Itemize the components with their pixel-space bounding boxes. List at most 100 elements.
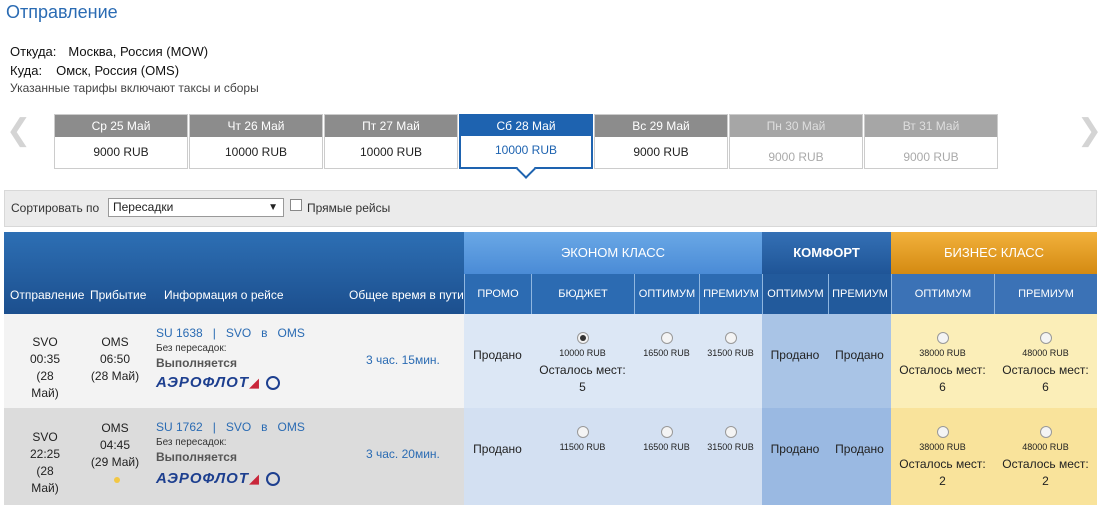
table-row: SVO 00:35 (28 Май) OMS 06:50 (28 Май) SU…	[4, 314, 1097, 408]
separator: |	[212, 420, 216, 434]
col-departure: Отправление	[10, 288, 85, 302]
eco-budget-fare[interactable]: 10000 RUB Осталось мест: 5	[531, 314, 634, 408]
flight-number: SU 1638	[156, 326, 203, 340]
date-price: 9000 RUB	[768, 150, 824, 164]
economy-class-header: ЭКОНОМ КЛАСС	[464, 232, 762, 274]
operated-status: Выполняется	[156, 450, 237, 464]
flight-from: SVO	[225, 420, 252, 434]
date-tab-26[interactable]: Чт 26 Май 10000 RUB	[189, 114, 323, 169]
departure-time: 22:25	[29, 447, 61, 461]
business-class-header: БИЗНЕС КЛАСС	[891, 232, 1097, 274]
fare-price: 48000 RUB	[1022, 348, 1069, 358]
flight-number-link[interactable]: SU 1638 | SVO в OMS	[156, 326, 305, 340]
fare-radio[interactable]	[724, 332, 737, 344]
arrival-code: OMS	[101, 335, 129, 349]
fare-radio[interactable]	[576, 426, 589, 438]
seats-left-label: Осталось мест:	[1002, 457, 1089, 471]
arrival-date: (29 Май)	[90, 455, 140, 469]
seats-left: Осталось мест: 6	[891, 362, 994, 396]
date-label: Чт 26 Май	[190, 115, 322, 137]
biz-optimum-fare[interactable]: 38000 RUB Осталось мест: 2	[891, 408, 994, 505]
departure-block: SVO 00:35 (28 Май)	[22, 334, 68, 402]
seats-left-count: 2	[939, 474, 946, 488]
comfort-class-header: КОМФОРТ	[762, 232, 891, 274]
date-price: 10000 RUB	[494, 143, 558, 157]
destination-label: Куда:	[10, 63, 43, 78]
col-comfort-optimum: ОПТИМУМ	[762, 274, 828, 314]
sort-select[interactable]: Пересадки ▼	[108, 198, 284, 217]
col-comfort-premium: ПРЕМИУМ	[828, 274, 891, 314]
arrival-time: 06:50	[99, 352, 131, 366]
date-label: Пт 27 Май	[325, 115, 457, 137]
date-tab-27[interactable]: Пт 27 Май 10000 RUB	[324, 114, 458, 169]
next-day-dot-icon	[114, 477, 120, 483]
seats-left: Осталось мест: 6	[994, 362, 1097, 396]
date-tab-30: Пн 30 Май 9000 RUB	[729, 114, 863, 169]
flight-to: OMS	[277, 326, 305, 340]
eco-optimum-fare[interactable]: 16500 RUB	[634, 314, 699, 408]
flight-number-link[interactable]: SU 1762 | SVO в OMS	[156, 420, 305, 434]
date-price: 9000 RUB	[903, 150, 959, 164]
eco-premium-fare[interactable]: 31500 RUB	[699, 408, 762, 505]
date-tab-29[interactable]: Вс 29 Май 9000 RUB	[594, 114, 728, 169]
col-eco-optimum: ОПТИМУМ	[634, 274, 699, 314]
eco-promo-sold: Продано	[473, 348, 522, 362]
flights-table: Отправление Прибытие Информация о рейсе …	[4, 232, 1097, 505]
fare-radio[interactable]	[724, 426, 737, 438]
flight-number: SU 1762	[156, 420, 203, 434]
eco-optimum-fare[interactable]: 16500 RUB	[634, 408, 699, 505]
stops-label: Без пересадок:	[156, 437, 227, 448]
eco-budget-fare[interactable]: 11500 RUB	[531, 408, 634, 505]
fare-radio[interactable]	[936, 426, 949, 438]
col-biz-premium: ПРЕМИУМ	[994, 274, 1097, 314]
seats-left-label: Осталось мест:	[1002, 363, 1089, 377]
col-total-time: Общее время в пути	[349, 288, 464, 302]
fare-price: 16500 RUB	[643, 442, 690, 452]
fare-radio[interactable]	[660, 332, 673, 344]
origin-row: Откуда: Москва, Россия (MOW)	[10, 44, 208, 59]
arrival-time: 04:45	[99, 438, 131, 452]
col-arrival: Прибытие	[90, 288, 147, 302]
chevron-right-icon[interactable]: ❯	[1077, 116, 1100, 146]
skyteam-icon	[266, 376, 281, 391]
seats-left-count: 2	[1042, 474, 1049, 488]
total-duration: 3 час. 20мин.	[366, 447, 440, 461]
fare-radio[interactable]	[1039, 332, 1052, 344]
seats-left-count: 5	[579, 380, 586, 394]
eco-promo-sold: Продано	[473, 442, 522, 456]
chevron-left-icon[interactable]: ❮	[6, 116, 31, 146]
operated-status: Выполняется	[156, 356, 237, 370]
direct-flights-label: Прямые рейсы	[307, 201, 391, 215]
sort-bar: Сортировать по Пересадки ▼ Прямые рейсы	[4, 190, 1097, 227]
date-carousel: Ср 25 Май 9000 RUB Чт 26 Май 10000 RUB Пт …	[54, 114, 999, 169]
fare-radio[interactable]	[1039, 426, 1052, 438]
table-row: SVO 22:25 (28 Май) OMS 04:45 (29 Май) SU…	[4, 408, 1097, 505]
departure-date: (28 Май)	[31, 369, 59, 400]
date-price: 10000 RUB	[224, 145, 288, 159]
origin-label: Откуда:	[10, 44, 57, 59]
biz-premium-fare[interactable]: 48000 RUB Осталось мест: 6	[994, 314, 1097, 408]
flight-in: в	[261, 326, 268, 340]
fare-price: 48000 RUB	[1022, 442, 1069, 452]
departure-block: SVO 22:25 (28 Май)	[22, 429, 68, 497]
comfort-premium-sold: Продано	[835, 442, 884, 456]
date-tab-28[interactable]: Сб 28 Май 10000 RUB	[459, 114, 593, 169]
direct-flights-checkbox[interactable]	[290, 199, 302, 211]
fare-radio[interactable]	[936, 332, 949, 344]
date-tab-25[interactable]: Ср 25 Май 9000 RUB	[54, 114, 188, 169]
fare-note: Указанные тарифы включают таксы и сборы	[10, 81, 259, 95]
page-title: Отправление	[6, 2, 118, 22]
seats-left-label: Осталось мест:	[539, 363, 626, 377]
eco-premium-fare[interactable]: 31500 RUB	[699, 314, 762, 408]
departure-date: (28 Май)	[31, 464, 59, 495]
biz-premium-fare[interactable]: 48000 RUB Осталось мест: 2	[994, 408, 1097, 505]
fare-price: 31500 RUB	[707, 442, 754, 452]
destination-value: Омск, Россия (OMS)	[56, 63, 180, 78]
fare-radio[interactable]	[660, 426, 673, 438]
biz-optimum-fare[interactable]: 38000 RUB Осталось мест: 6	[891, 314, 994, 408]
fare-price: 16500 RUB	[643, 348, 690, 358]
sort-selected-value: Пересадки	[113, 200, 174, 214]
chevron-down-icon: ▼	[268, 202, 278, 213]
flight-to: OMS	[277, 420, 305, 434]
fare-radio[interactable]	[576, 332, 589, 344]
